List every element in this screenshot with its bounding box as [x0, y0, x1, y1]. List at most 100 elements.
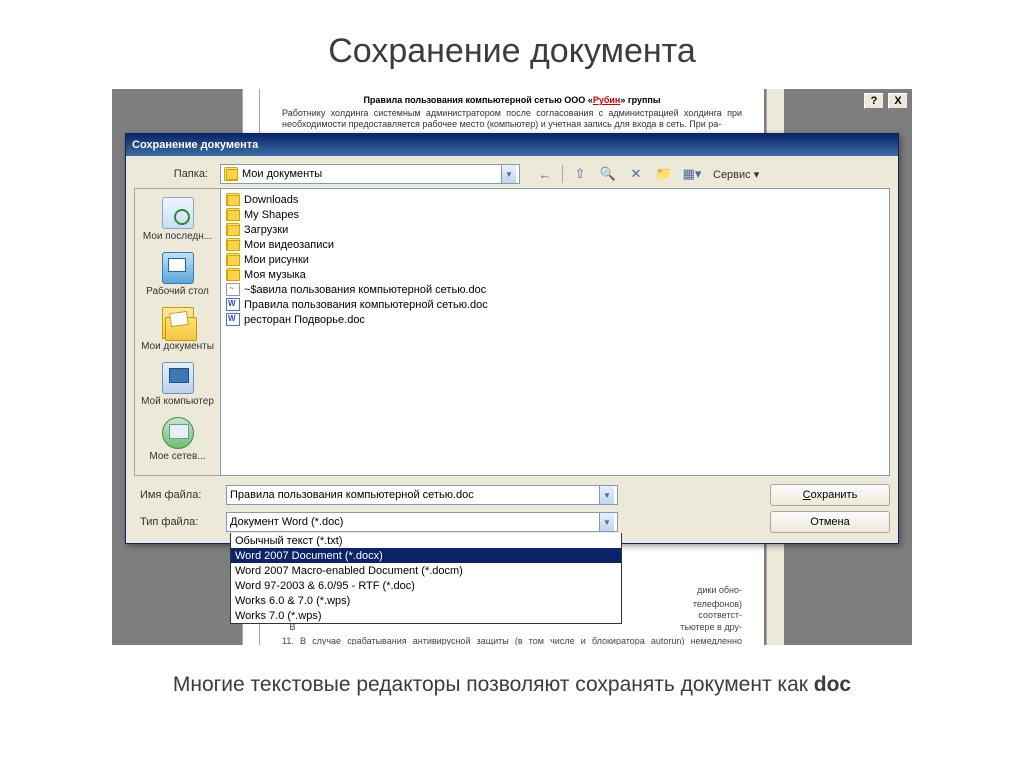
list-item-label: Правила пользования компьютерной сетью.d…: [244, 299, 488, 311]
filetype-combo[interactable]: Документ Word (*.doc) ▼: [226, 512, 618, 532]
filetype-option[interactable]: Works 7.0 (*.wps): [231, 608, 621, 623]
save-button[interactable]: Сохранить: [770, 484, 890, 506]
places-item-desktop[interactable]: Рабочий стол: [139, 248, 217, 303]
places-item-label: Мое сетев...: [139, 451, 217, 462]
views-button[interactable]: ▦▾: [681, 164, 703, 184]
save-rest: охранить: [811, 489, 858, 501]
filetype-option[interactable]: Word 97-2003 & 6.0/95 - RTF (*.doc): [231, 578, 621, 593]
folder-icon: [224, 167, 238, 181]
nav-separator: [562, 165, 563, 183]
doc-heading-red: Рубин: [593, 95, 621, 105]
filename-label: Имя файла:: [134, 489, 226, 501]
places-item-mydocs[interactable]: Мои документы: [139, 303, 217, 358]
list-item[interactable]: Мои видеозаписи: [224, 237, 886, 252]
slide-caption: Многие текстовые редакторы позволяют сох…: [0, 673, 1024, 697]
recent-icon: [162, 197, 194, 229]
places-bar: Мои последн... Рабочий стол Мои документы М…: [134, 188, 220, 476]
list-item-label: My Shapes: [244, 209, 299, 221]
list-item[interactable]: Правила пользования компьютерной сетью.d…: [224, 297, 886, 312]
filetype-value: Документ Word (*.doc): [230, 516, 343, 528]
places-item-label: Мои последн...: [139, 231, 217, 242]
doc-item11-text: В случае срабатывания антивирусной защит…: [282, 636, 742, 645]
places-item-label: Рабочий стол: [139, 286, 217, 297]
folder-label: Папка:: [134, 168, 212, 180]
folder-combo[interactable]: Мои документы ▼: [220, 164, 520, 184]
doc-item10-f: тьютере в дру-: [680, 622, 742, 634]
list-item-label: ресторан Подворье.doc: [244, 314, 365, 326]
list-item-label: Мои видеозаписи: [244, 239, 334, 251]
filetype-option[interactable]: Word 2007 Document (*.docx): [231, 548, 621, 563]
filetype-label: Тип файла:: [134, 516, 226, 528]
doc-heading-text: Правила пользования компьютерной сетью О…: [363, 95, 592, 105]
filename-input[interactable]: Правила пользования компьютерной сетью.d…: [226, 485, 618, 505]
doc-icon: [226, 298, 240, 311]
folder-icon: [226, 268, 240, 281]
tools-label: Сервис: [713, 169, 751, 181]
list-item[interactable]: Downloads: [224, 192, 886, 207]
list-item[interactable]: My Shapes: [224, 207, 886, 222]
dialog-main: Мои последн... Рабочий стол Мои документы М…: [134, 188, 890, 476]
filetype-option[interactable]: Word 2007 Macro-enabled Document (*.docm…: [231, 563, 621, 578]
new-folder-button[interactable]: 📁: [653, 164, 675, 184]
list-item-label: Загрузки: [244, 224, 288, 236]
dialog-body: Папка: Мои документы ▼ ← ⇧ 🔍 ✕ 📁 ▦▾ Серв…: [126, 156, 898, 543]
chevron-down-icon[interactable]: ▼: [599, 486, 614, 504]
mydocs-icon: [162, 307, 194, 339]
list-item-label: Downloads: [244, 194, 298, 206]
outer-titlebar-buttons: ? X: [864, 93, 908, 109]
tools-menu[interactable]: Сервис ▾: [713, 168, 759, 181]
list-item-label: Мои рисунки: [244, 254, 309, 266]
desktop-icon: [162, 252, 194, 284]
doctmp-icon: [226, 283, 240, 296]
save-dialog: Сохранение документа Папка: Мои документ…: [125, 133, 899, 544]
folder-icon: [226, 238, 240, 251]
chevron-down-icon[interactable]: ▼: [501, 165, 516, 183]
doc-para1: Работнику холдинга системным администрат…: [282, 108, 742, 131]
filename-row: Имя файла: Правила пользования компьютер…: [134, 484, 890, 506]
folder-value: Мои документы: [242, 168, 322, 180]
dialog-bottom: Имя файла: Правила пользования компьютер…: [134, 484, 890, 533]
computer-icon: [162, 362, 194, 394]
folder-icon: [226, 193, 240, 206]
list-item-label: Моя музыка: [244, 269, 306, 281]
list-item[interactable]: ресторан Подворье.doc: [224, 312, 886, 327]
places-item-recent[interactable]: Мои последн...: [139, 193, 217, 248]
folder-icon: [226, 223, 240, 236]
places-item-computer[interactable]: Мой компьютер: [139, 358, 217, 413]
search-web-button[interactable]: 🔍: [597, 164, 619, 184]
cancel-button[interactable]: Отмена: [770, 511, 890, 533]
save-underline: С: [803, 489, 811, 501]
dialog-titlebar: Сохранение документа: [126, 134, 898, 156]
filetype-option[interactable]: Обычный текст (*.txt): [231, 533, 621, 548]
caption-text: Многие текстовые редакторы позволяют сох…: [173, 673, 814, 696]
close-button[interactable]: X: [888, 93, 908, 109]
network-icon: [162, 417, 194, 449]
screenshot-area: Правила пользования компьютерной сетью О…: [112, 89, 912, 645]
filetype-dropdown[interactable]: Обычный текст (*.txt)Word 2007 Document …: [230, 533, 622, 624]
doc-item11: 11. В случае срабатывания антивирусной з…: [282, 636, 742, 645]
doc-heading-close: » группы: [620, 95, 660, 105]
filetype-option[interactable]: Works 6.0 & 7.0 (*.wps): [231, 593, 621, 608]
back-button[interactable]: ←: [534, 164, 556, 184]
delete-button[interactable]: ✕: [625, 164, 647, 184]
chevron-down-icon[interactable]: ▼: [599, 513, 614, 531]
nav-icons: ← ⇧ 🔍 ✕ 📁 ▦▾ Сервис ▾: [534, 164, 759, 184]
doc-item10-b: телефонов): [693, 599, 742, 611]
filetype-row: Тип файла: Документ Word (*.doc) ▼ Отмен…: [134, 511, 890, 533]
list-item[interactable]: Моя музыка: [224, 267, 886, 282]
places-item-label: Мой компьютер: [139, 396, 217, 407]
doc-item10-d: соответст-: [698, 610, 742, 622]
places-item-label: Мои документы: [139, 341, 217, 352]
list-item[interactable]: ~$авила пользования компьютерной сетью.d…: [224, 282, 886, 297]
caption-bold: doc: [814, 673, 851, 696]
doc-heading: Правила пользования компьютерной сетью О…: [282, 95, 742, 105]
list-item[interactable]: Мои рисунки: [224, 252, 886, 267]
up-button[interactable]: ⇧: [569, 164, 591, 184]
doc-icon: [226, 313, 240, 326]
slide-title: Сохранение документа: [0, 0, 1024, 71]
places-item-network[interactable]: Мое сетев...: [139, 413, 217, 468]
folder-icon: [226, 253, 240, 266]
file-list[interactable]: Downloads My Shapes Загрузки Мои видеозапис…: [220, 188, 890, 476]
list-item[interactable]: Загрузки: [224, 222, 886, 237]
help-button[interactable]: ?: [864, 93, 884, 109]
